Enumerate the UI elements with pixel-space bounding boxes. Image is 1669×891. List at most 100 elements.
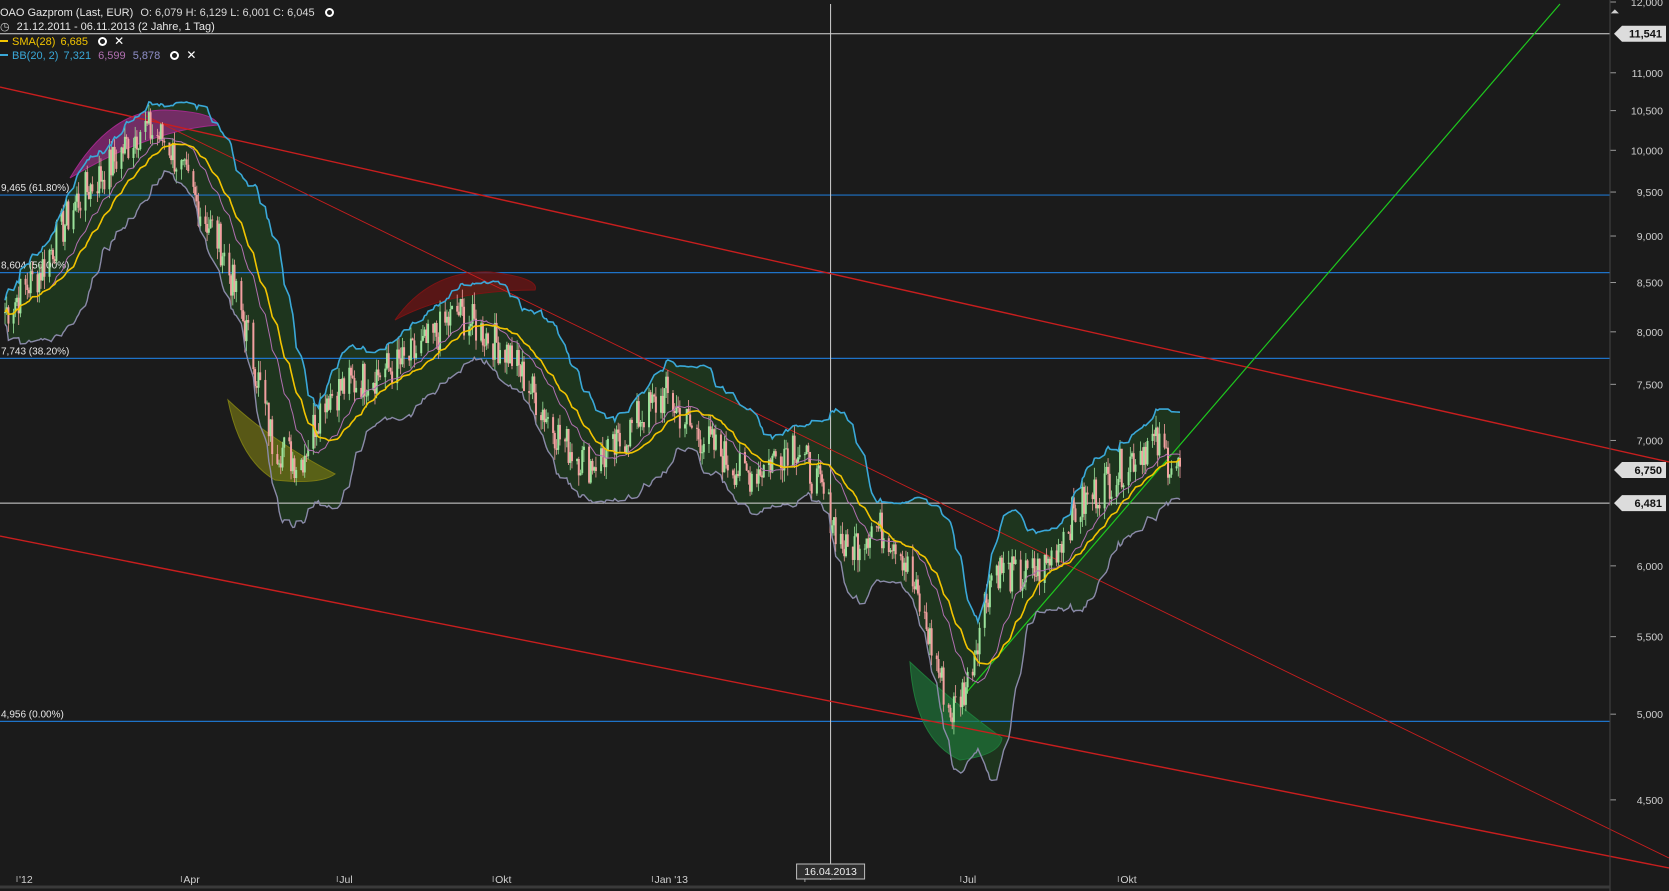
candle-body xyxy=(421,335,424,341)
instrument-settings-icon[interactable] xyxy=(324,8,334,17)
candle-body xyxy=(219,223,222,266)
candle-body xyxy=(475,318,478,341)
sma-settings-icon[interactable] xyxy=(98,37,108,46)
candle-body xyxy=(195,194,198,202)
candle-body xyxy=(966,671,969,688)
candle-body xyxy=(110,149,113,176)
candle-body xyxy=(868,537,871,548)
candle-body xyxy=(399,358,402,365)
candle-body xyxy=(492,343,495,360)
candle-body xyxy=(17,297,20,314)
x-axis-tick-label: Okt xyxy=(495,874,511,886)
candle-body xyxy=(762,464,765,478)
candle-body xyxy=(749,472,752,492)
candle-body xyxy=(384,368,387,378)
candle-body xyxy=(577,459,580,476)
candle-body xyxy=(420,340,423,354)
candle-body xyxy=(144,121,147,132)
candle-body xyxy=(206,223,209,233)
candle-body xyxy=(302,459,305,473)
candle-body xyxy=(317,431,320,434)
x-axis-tick-label: Jul xyxy=(963,874,976,886)
candle-body xyxy=(122,147,125,154)
candle-body xyxy=(564,439,567,442)
candle-body xyxy=(267,402,270,437)
candle-body xyxy=(38,273,41,293)
sma-swatch xyxy=(0,40,8,42)
candle-body xyxy=(288,437,291,442)
candle-body xyxy=(665,376,668,389)
y-axis-tick-label: 4,500 xyxy=(1637,795,1663,807)
candle-body xyxy=(846,534,849,547)
candle-body xyxy=(108,149,111,190)
candle-body xyxy=(264,379,267,404)
y-axis-tick-label: 10,000 xyxy=(1631,145,1663,157)
y-axis-tick-label: 9,000 xyxy=(1637,231,1663,243)
candle-body xyxy=(151,135,154,139)
candle-body xyxy=(834,517,837,545)
candle-body xyxy=(180,160,183,170)
candle-body xyxy=(990,575,993,581)
candle-body xyxy=(719,434,722,457)
candle-body xyxy=(279,463,282,468)
candle-body xyxy=(1079,517,1082,522)
candle-body xyxy=(327,398,330,410)
candle-body xyxy=(540,415,543,421)
candle-body xyxy=(939,672,942,678)
x-axis-tick-label: Jan '13 xyxy=(654,874,688,886)
bb-mid-value: 6,599 xyxy=(98,50,126,62)
candle-body xyxy=(617,429,620,433)
candle-body xyxy=(510,345,513,366)
candle-body xyxy=(27,289,30,294)
clock-icon[interactable]: ◷ xyxy=(0,21,10,33)
candle-body xyxy=(1117,478,1120,486)
candle-body xyxy=(581,450,584,473)
candle-body xyxy=(516,350,519,366)
candle-body xyxy=(343,378,346,394)
candle-body xyxy=(815,468,818,494)
bb-swatch xyxy=(0,54,8,56)
candle-body xyxy=(963,682,966,705)
candle-body xyxy=(856,533,859,561)
candle-body xyxy=(891,550,894,552)
candle-body xyxy=(1107,466,1110,474)
candle-body xyxy=(324,403,327,413)
candle-body xyxy=(606,438,609,451)
sma-remove-icon[interactable]: ✕ xyxy=(114,34,124,48)
bb-remove-icon[interactable]: ✕ xyxy=(186,48,196,62)
header-range-row: ◷ 21.12.2011 - 06.11.2013 (2 Jahre, 1 Ta… xyxy=(0,20,219,34)
candle-body xyxy=(185,159,188,165)
candle-body xyxy=(672,393,675,411)
candle-body xyxy=(493,322,496,360)
candle-body xyxy=(841,533,844,549)
collapse-up-icon[interactable]: ⏶ xyxy=(1610,6,1619,19)
candle-body xyxy=(683,424,686,429)
candle-body xyxy=(759,469,762,476)
candle-body xyxy=(928,628,931,644)
bb-settings-icon[interactable] xyxy=(170,51,180,60)
candle-body xyxy=(925,612,928,630)
candle-body xyxy=(612,434,615,439)
ohlc-readout: O: 6,079 H: 6,129 L: 6,001 C: 6,045 xyxy=(140,7,315,19)
y-axis-tick-label: 8,000 xyxy=(1637,327,1663,339)
candle-body xyxy=(1031,558,1034,569)
candle-body xyxy=(709,426,712,435)
x-axis-tick-label: Jul xyxy=(339,874,352,886)
price-chart[interactable]: 9,465 (61.80%) 8,604 (50.00%) 7,743 (38.20… xyxy=(0,0,1669,891)
candle-body xyxy=(903,562,906,571)
candle-body xyxy=(843,548,846,557)
candle-body xyxy=(661,395,664,414)
candle-body xyxy=(499,350,502,364)
candle-body xyxy=(636,401,639,424)
candle-body xyxy=(603,457,606,468)
candle-body xyxy=(1131,453,1134,457)
candle-body xyxy=(947,704,950,708)
candle-body xyxy=(649,392,652,403)
candle-body xyxy=(995,565,998,576)
candle-body xyxy=(1158,433,1161,456)
candle-body xyxy=(673,410,676,414)
candle-body xyxy=(624,446,627,453)
candle-body xyxy=(714,434,717,450)
candle-body xyxy=(125,136,128,139)
candle-body xyxy=(379,375,382,378)
